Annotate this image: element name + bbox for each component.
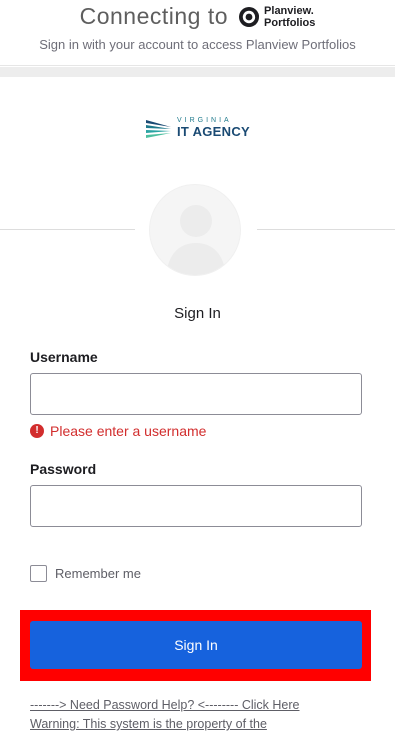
username-error: ! Please enter a username — [30, 423, 206, 439]
avatar — [149, 184, 241, 276]
password-help-link[interactable]: -------> Need Password Help? <-------- C… — [30, 698, 299, 712]
brand-line2: Portfolios — [264, 16, 316, 29]
warning-link[interactable]: Warning: This system is the property of … — [30, 717, 267, 731]
remember-me-label[interactable]: Remember me — [55, 566, 141, 581]
form-title: Sign In — [174, 305, 221, 322]
divider-left — [0, 229, 135, 230]
connecting-row: Connecting to Planview. Portfolios — [0, 3, 395, 30]
org-line1: VIRGINIA — [177, 117, 232, 124]
user-silhouette-icon — [166, 205, 226, 275]
password-label: Password — [30, 461, 97, 477]
org-line2: IT AGENCY — [177, 124, 251, 139]
org-logo: VIRGINIA IT AGENCY — [145, 114, 250, 142]
planview-logo: Planview. Portfolios — [238, 5, 315, 29]
header-subtitle: Sign in with your account to access Plan… — [39, 37, 356, 52]
remember-me[interactable]: Remember me — [30, 565, 141, 582]
brand-line1: Planview. — [264, 4, 314, 17]
header: Connecting to Planview. Portfolios Sign … — [0, 0, 395, 66]
error-icon: ! — [30, 424, 44, 438]
username-error-text: Please enter a username — [50, 423, 207, 439]
remember-me-checkbox[interactable] — [30, 565, 47, 582]
password-input[interactable] — [30, 485, 362, 527]
header-divider-strip — [0, 67, 395, 77]
username-label: Username — [30, 349, 98, 365]
username-input[interactable] — [30, 373, 362, 415]
divider-right — [257, 229, 395, 230]
sign-in-button[interactable]: Sign In — [30, 621, 362, 669]
planview-logo-icon — [239, 5, 261, 27]
vita-logo-icon — [146, 120, 171, 138]
connecting-text: Connecting to — [79, 3, 229, 29]
